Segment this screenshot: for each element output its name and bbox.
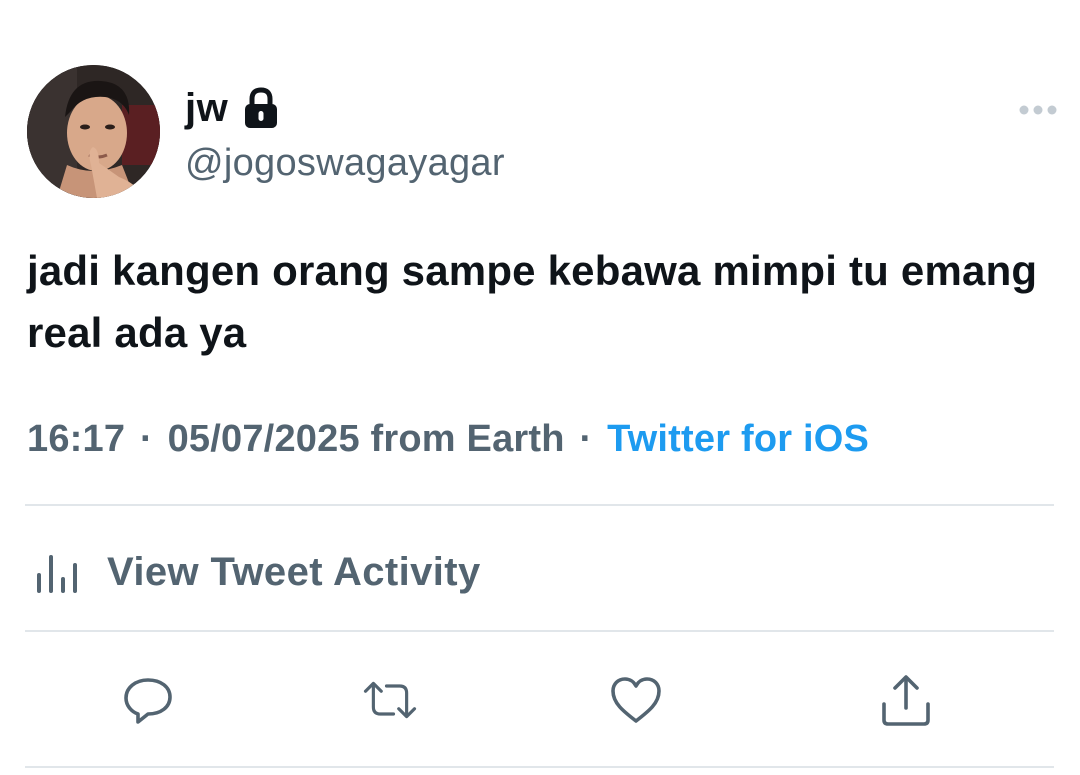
tweet-date[interactable]: 05/07/2025	[168, 418, 360, 460]
tweet-detail: jw @jogoswagayagar jadi kangen orang sam…	[0, 0, 1080, 775]
retweet-button[interactable]	[362, 672, 418, 728]
divider	[25, 630, 1054, 632]
divider	[25, 504, 1054, 506]
user-handle[interactable]: @jogoswagayagar	[185, 142, 505, 185]
like-button[interactable]	[608, 672, 664, 728]
view-tweet-activity-label: View Tweet Activity	[107, 549, 481, 594]
share-button[interactable]	[878, 672, 934, 728]
share-icon	[882, 675, 930, 726]
retweet-icon	[363, 681, 417, 719]
reply-button[interactable]	[120, 672, 176, 728]
tweet-meta: 16:17 · 05/07/2025 from Earth · Twitter …	[27, 418, 869, 461]
more-options-button[interactable]	[1010, 96, 1066, 124]
display-name[interactable]: jw	[185, 86, 228, 131]
tweet-time[interactable]: 16:17	[27, 418, 125, 460]
avatar[interactable]	[27, 65, 160, 198]
meta-separator: ·	[139, 418, 153, 460]
tweet-source-link[interactable]: Twitter for iOS	[607, 418, 869, 460]
meta-separator: ·	[579, 418, 593, 460]
bar-chart-icon	[37, 555, 77, 593]
tweet-text: jadi kangen orang sampe kebawa mimpi tu …	[27, 247, 1038, 356]
reply-icon	[124, 678, 172, 724]
more-dots-icon	[1019, 105, 1057, 115]
heart-icon	[611, 677, 661, 723]
avatar-photo	[27, 65, 160, 198]
user-name-row: jw	[185, 84, 280, 132]
view-tweet-activity-button[interactable]: View Tweet Activity	[27, 540, 481, 604]
divider	[25, 766, 1054, 768]
tweet-location: from Earth	[370, 418, 565, 460]
lock-icon	[242, 87, 280, 129]
